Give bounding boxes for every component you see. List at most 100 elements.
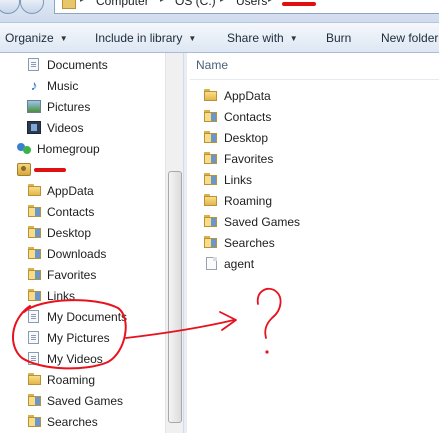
nav-item-label: Favorites [47,268,97,282]
saved-games-folder-icon [28,394,42,407]
share-with-button[interactable]: Share with ▼ [227,31,298,45]
nav-item-favorites[interactable]: Favorites [0,265,165,285]
videos-icon [27,121,41,134]
nav-item-label: Videos [47,121,84,135]
nav-item-label: AppData [47,184,94,198]
nav-item-label: Desktop [47,226,92,240]
nav-item-label: Downloads [47,247,107,261]
shortcut-folder-icon [28,331,39,344]
searches-folder-icon [28,415,42,428]
column-header-name[interactable]: Name [196,58,228,72]
music-icon: ♪ [30,77,38,93]
nav-item-searches[interactable]: Searches [0,412,165,432]
nav-item-appdata[interactable]: AppData [0,181,165,201]
file-icon [206,257,217,270]
navigation-pane: Documents ♪ Music Pictures Videos Homegr… [0,53,183,433]
command-bar: Organize ▼ Include in library ▼ Share with… [0,23,439,53]
file-item-label: agent [224,257,255,271]
nav-item-label: Searches [47,415,98,429]
new-folder-button[interactable]: New folder [381,31,438,45]
nav-item-label: Roaming [47,373,96,387]
file-item-label: Contacts [224,110,272,124]
breadcrumb-users[interactable]: Users [236,0,267,8]
folder-icon [204,194,218,207]
user-folder-icon [17,163,31,176]
file-item-label: Searches [224,236,275,250]
nav-scrollbar[interactable] [165,53,183,433]
nav-item-label: My Videos [47,352,103,366]
nav-item-downloads[interactable]: Downloads [0,244,165,264]
file-item-label: Favorites [224,152,274,166]
folder-icon [28,184,42,197]
folder-icon [204,89,218,102]
file-item-label: Desktop [224,131,269,145]
contacts-folder-icon [204,110,218,123]
back-button[interactable] [0,0,20,14]
nav-item-documents[interactable]: Documents [0,55,165,75]
nav-item-label: Pictures [47,100,91,114]
forward-button[interactable] [20,0,44,14]
breadcrumb-arrow-icon[interactable]: ▸ [80,0,85,5]
include-in-library-label: Include in library [95,31,183,45]
dropdown-arrow-icon: ▼ [59,34,68,43]
contacts-folder-icon [28,205,42,218]
links-folder-icon [204,173,218,186]
file-item-label: Saved Games [224,215,301,229]
pictures-icon [27,100,41,113]
burn-label: Burn [326,31,352,45]
breadcrumb-arrow-icon[interactable]: ▸ [160,0,165,5]
nav-item-my-videos[interactable]: My Videos [0,349,165,369]
dropdown-arrow-icon: ▼ [289,34,298,43]
file-item-label: Links [224,173,253,187]
new-folder-label: New folder [381,31,439,45]
nav-item-label: My Documents [47,310,128,324]
redaction-mark [282,2,316,6]
nav-item-roaming[interactable]: Roaming [0,370,165,390]
nav-item-my-pictures[interactable]: My Pictures [0,328,165,348]
nav-item-user-folder[interactable] [0,160,165,180]
saved-games-folder-icon [204,215,218,228]
nav-item-label: Documents [47,58,108,72]
redaction-mark [34,168,66,172]
shortcut-folder-icon [28,352,39,365]
header-divider [190,79,439,80]
breadcrumb-drive[interactable]: OS (C:) [175,0,216,8]
breadcrumb-computer[interactable]: Computer [96,0,149,8]
file-item-label: AppData [224,89,271,103]
favorites-folder-icon [28,268,42,281]
nav-item-contacts[interactable]: Contacts [0,202,165,222]
include-in-library-button[interactable]: Include in library ▼ [95,31,196,45]
nav-item-desktop[interactable]: Desktop [0,223,165,243]
nav-item-videos[interactable]: Videos [0,118,165,138]
homegroup-icon [17,142,31,155]
nav-item-homegroup[interactable]: Homegroup [0,139,165,159]
dropdown-arrow-icon: ▼ [188,34,197,43]
desktop-folder-icon [204,131,218,144]
share-with-label: Share with [227,31,284,45]
nav-item-label: Contacts [47,205,95,219]
address-folder-icon [62,0,76,9]
desktop-folder-icon [28,226,42,239]
documents-icon [28,58,39,71]
breadcrumb-arrow-icon[interactable]: ▸ [268,0,273,5]
organize-label: Organize [5,31,54,45]
searches-folder-icon [204,236,218,249]
nav-item-label: Saved Games [47,394,124,408]
breadcrumb-arrow-icon[interactable]: ▸ [220,0,225,5]
nav-scrollbar-thumb[interactable] [168,171,182,423]
favorites-folder-icon [204,152,218,165]
nav-item-pictures[interactable]: Pictures [0,97,165,117]
nav-item-links[interactable]: Links [0,286,165,306]
downloads-folder-icon [28,247,42,260]
nav-item-label: My Pictures [47,331,110,345]
nav-item-saved-games[interactable]: Saved Games [0,391,165,411]
shortcut-folder-icon [28,310,39,323]
address-bar: ▸ Computer ▸ OS (C:) ▸ Users ▸ [0,0,439,23]
organize-button[interactable]: Organize ▼ [5,31,68,45]
burn-button[interactable]: Burn [326,31,351,45]
nav-item-label: Links [47,289,76,303]
nav-item-my-documents[interactable]: My Documents [0,307,165,327]
nav-item-label: Homegroup [37,142,100,156]
nav-item-music[interactable]: ♪ Music [0,76,165,96]
nav-item-label: Music [47,79,79,93]
